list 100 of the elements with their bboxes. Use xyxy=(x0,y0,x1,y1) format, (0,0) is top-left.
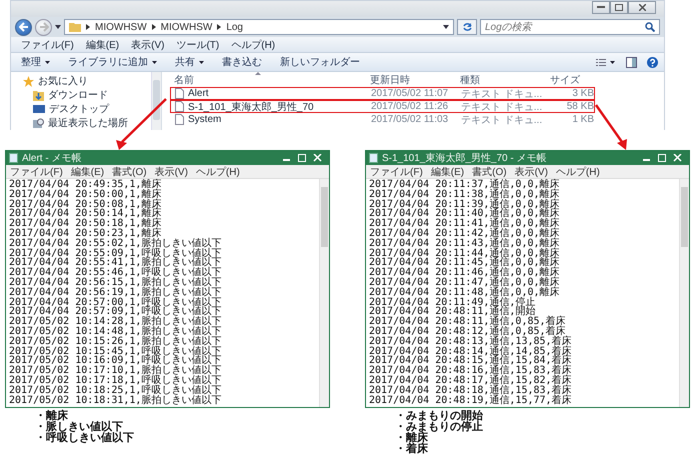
text-line: 2017/04/04 20:50:08,1,離床 xyxy=(9,200,162,210)
text-line: 2017/04/04 20:48:11,通信,0,85,着床 xyxy=(369,317,567,327)
menu-item[interactable]: 書式(O) xyxy=(112,164,147,178)
file-name: Alert xyxy=(188,88,209,99)
menu-item[interactable]: ヘルプ(H) xyxy=(196,164,240,178)
scrollbar[interactable] xyxy=(679,179,689,407)
toolbar-button[interactable]: ライブラリに追加 xyxy=(64,54,161,70)
text-line: 2017/04/04 20:11:49,通信,停止 xyxy=(369,298,536,308)
menu-item[interactable]: 編集(E) xyxy=(86,38,120,52)
breadcrumb-item[interactable]: Log xyxy=(226,22,243,32)
text-file-icon xyxy=(175,101,184,112)
text-line: 2017/04/04 20:48:16,通信,15,83,着床 xyxy=(369,366,573,376)
caret-icon xyxy=(55,25,61,29)
text-line: 2017/04/04 20:11:44,通信,0,0,離床 xyxy=(369,248,561,258)
menu-item[interactable]: ファイル(F) xyxy=(10,164,63,178)
text-line: 2017/04/04 20:55:46,1,呼吸しきい値以下 xyxy=(9,268,222,278)
connector-arrow xyxy=(594,104,627,150)
forward-button[interactable] xyxy=(35,18,52,36)
refresh-button[interactable] xyxy=(457,19,477,35)
scrollbar[interactable] xyxy=(151,72,161,130)
text-line: 2017/05/02 10:18:31,1,脈拍しきい値以下 xyxy=(9,396,222,406)
scrollbar[interactable] xyxy=(319,179,329,407)
file-type: テキスト ドキュ... xyxy=(461,114,544,126)
text-file-icon xyxy=(175,114,184,125)
chevron-icon xyxy=(152,24,156,30)
maximize-button[interactable] xyxy=(610,1,628,14)
search-field[interactable]: Logの検索 xyxy=(480,19,660,35)
notepad-icon xyxy=(9,153,18,163)
text-line: 2017/04/04 20:11:38,通信,0,0,離床 xyxy=(369,190,561,200)
text-line: 2017/04/04 20:56:15,1,脈拍しきい値以下 xyxy=(9,278,222,288)
close-button[interactable] xyxy=(628,1,656,14)
text-line: 2017/05/02 10:18:25,1,呼吸しきい値以下 xyxy=(9,386,222,396)
sidebar-item[interactable]: 最近表示した場所 xyxy=(11,116,151,130)
text-line: 2017/04/04 20:56:19,1,脈拍しきい値以下 xyxy=(9,288,222,298)
text-line: 2017/04/04 20:11:41,通信,0,0,離床 xyxy=(369,219,561,229)
file-type: テキスト ドキュ... xyxy=(461,100,544,114)
file-name: System xyxy=(188,114,222,125)
close-icon xyxy=(638,4,646,11)
folder-icon xyxy=(69,22,81,32)
menu-item[interactable]: 書式(O) xyxy=(472,164,507,178)
forward-arrow-icon xyxy=(38,22,48,32)
modified-date: 2017/05/02 11:26 xyxy=(371,101,450,112)
search-icon xyxy=(645,22,655,32)
file-size: 1 KB xyxy=(571,114,594,125)
menu-item[interactable]: ツール(T) xyxy=(176,38,220,52)
text-line: 2017/04/04 20:50:00,1,離床 xyxy=(9,190,162,200)
file-row[interactable]: System 2017/05/02 11:03 テキスト ドキュ... 1 KB xyxy=(170,113,595,126)
toolbar-button[interactable]: 整理 xyxy=(17,54,54,70)
chevron-icon xyxy=(86,24,90,30)
window-title: Alert - メモ帳 xyxy=(22,152,82,165)
text-line: 2017/04/04 20:50:18,1,離床 xyxy=(9,219,162,229)
column-header[interactable]: 名前 xyxy=(170,72,370,86)
column-header[interactable]: サイズ xyxy=(550,72,593,86)
window-controls-drawing xyxy=(283,154,323,162)
text-line: 2017/05/02 10:15:45,1,呼吸しきい値以下 xyxy=(9,346,222,356)
menu-item[interactable]: 表示(V) xyxy=(514,164,548,178)
text-line: 2017/04/04 20:11:39,通信,0,0,離床 xyxy=(369,200,561,210)
minimize-button[interactable] xyxy=(592,1,610,14)
text-line: 2017/04/04 20:11:47,通信,0,0,離床 xyxy=(369,278,561,288)
text-line: 2017/04/04 20:48:19,通信,15,77,着床 xyxy=(369,396,573,406)
download-folder-icon xyxy=(33,90,44,100)
sidebar-item[interactable]: お気に入り xyxy=(11,74,151,88)
toolbar-button[interactable]: 新しいフォルダー xyxy=(276,54,364,70)
caret-icon xyxy=(199,60,204,64)
maximize-icon xyxy=(615,4,623,11)
text-line: 2017/04/04 20:48:13,通信,13,85,着床 xyxy=(369,336,573,347)
preview-pane-icon xyxy=(626,56,637,68)
text-line: 2017/04/04 20:11:48,通信,0,0,離床 xyxy=(369,288,561,298)
refresh-icon xyxy=(462,22,472,32)
window-controls-drawing xyxy=(643,154,683,162)
bullet-item: ・離床 xyxy=(395,433,428,444)
recent-places-icon xyxy=(33,118,44,128)
sidebar-item[interactable]: デスクトップ xyxy=(11,102,151,116)
text-line: 2017/05/02 10:17:10,1,脈拍しきい値以下 xyxy=(9,366,222,376)
column-header[interactable]: 種類 xyxy=(460,72,550,86)
text-line: 2017/04/04 20:48:17,通信,15,82,着床 xyxy=(369,376,573,386)
bullet-item: ・離床 xyxy=(35,411,68,422)
menu-item[interactable]: 表示(V) xyxy=(154,164,188,178)
file-row[interactable]: S-1_101_東海太郎_男性_70 2017/05/02 11:26 テキスト ドキュ... 58 KB xyxy=(170,100,595,113)
menu-item[interactable]: 表示(V) xyxy=(131,38,164,52)
address-field[interactable]: MIOWHSW MIOWHSW Log xyxy=(64,19,454,35)
file-row[interactable]: Alert 2017/05/02 11:07 テキスト ドキュ... 3 KB xyxy=(170,87,595,100)
breadcrumb-item[interactable]: MIOWHSW xyxy=(95,22,147,32)
toolbar-button[interactable]: 書き込む xyxy=(218,54,266,70)
breadcrumb-item[interactable]: MIOWHSW xyxy=(160,22,212,32)
toolbar-button[interactable]: 共有 xyxy=(171,54,208,70)
menu-item[interactable]: ファイル(F) xyxy=(370,164,423,178)
menu-item[interactable]: ファイル(F) xyxy=(21,38,74,52)
file-name: S-1_101_東海太郎_男性_70 xyxy=(188,100,314,114)
help-icon xyxy=(647,56,658,68)
column-header[interactable]: 更新日時 xyxy=(370,72,460,86)
menu-item[interactable]: 編集(E) xyxy=(430,164,464,178)
sidebar-item[interactable]: ダウンロード xyxy=(11,88,151,102)
caret-icon xyxy=(443,25,449,29)
caret-icon xyxy=(152,60,157,64)
desktop-icon xyxy=(33,104,45,114)
menu-item[interactable]: ヘルプ(H) xyxy=(231,38,276,52)
menu-item[interactable]: 編集(E) xyxy=(70,164,104,178)
menu-item[interactable]: ヘルプ(H) xyxy=(556,164,600,178)
back-button[interactable] xyxy=(15,18,32,36)
